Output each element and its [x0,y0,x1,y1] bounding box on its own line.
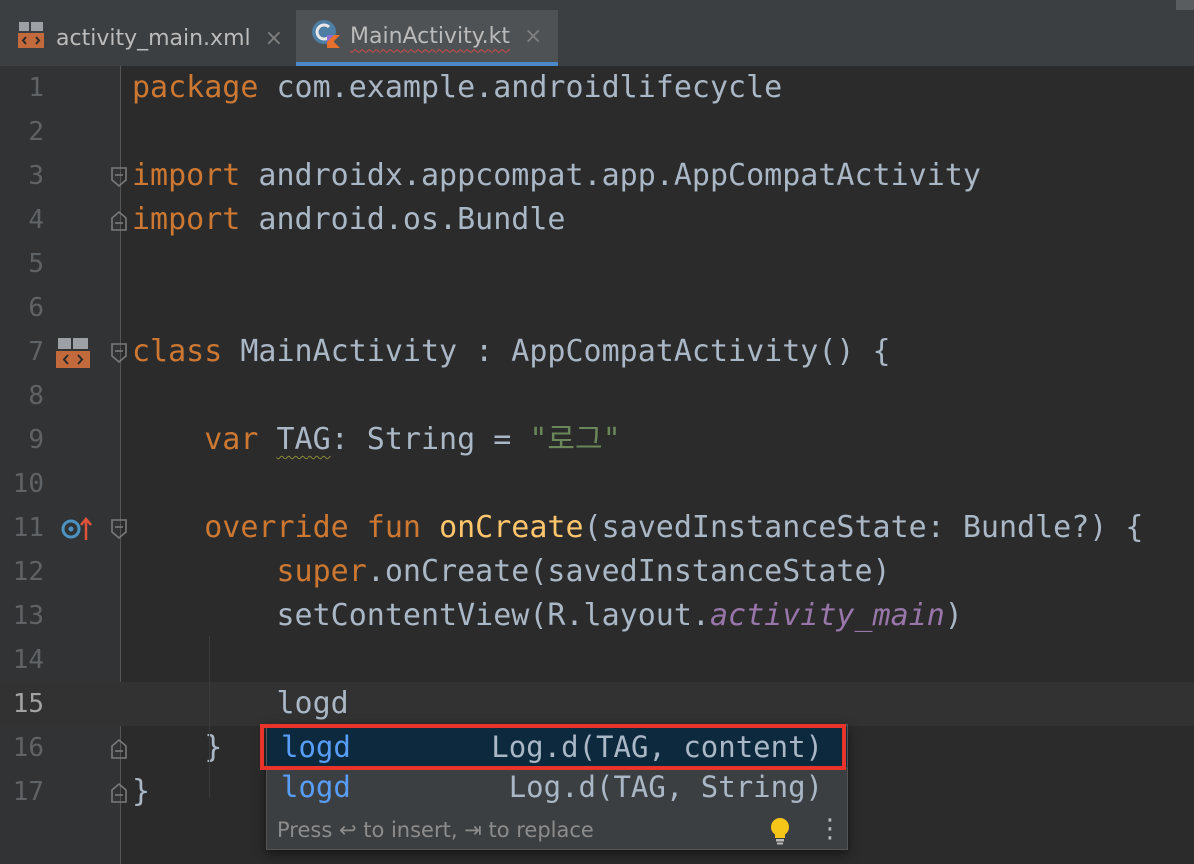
tab-label: MainActivity.kt [350,23,511,49]
code-token: .onCreate(savedInstanceState) [366,554,891,589]
indent-guide [209,636,210,798]
fold-end-icon[interactable] [110,210,128,232]
code-line[interactable]: 3 import androidx.appcompat.app.AppCompat… [0,154,1194,198]
lightbulb-icon[interactable] [767,817,793,855]
line-number: 4 [28,205,44,235]
completion-item[interactable]: logd Log.d(TAG, String) [267,767,847,807]
code-token: com.example.androidlifecycle [258,70,783,105]
line-number: 2 [28,117,44,147]
fold-start-icon[interactable] [110,342,128,364]
code-line[interactable]: 11 override fun onCreate(savedInstanceSt… [0,506,1194,550]
line-number: 17 [12,777,44,807]
code-token: package [132,70,259,105]
editor-tab-bar: activity_main.xml × MainActivity.kt × [0,0,1194,67]
completion-hint: Press ↩ to insert, ⇥ to replace [277,818,594,842]
code-token: override fun [204,510,421,545]
code-text: logd [132,682,349,726]
code-token: setContentView(R.layout. [132,598,710,633]
code-text: package com.example.androidlifecycle [132,66,782,110]
fold-end-icon[interactable] [110,738,128,760]
code-token: "로그" [529,422,621,457]
more-vertical-icon[interactable]: ⋮ [817,815,843,843]
code-line[interactable]: 1 package com.example.androidlifecycle [0,66,1194,110]
line-number: 5 [28,249,44,279]
code-line[interactable]: 10 [0,462,1194,506]
line-number: 12 [12,557,44,587]
code-token: : String = [330,422,530,457]
code-token: super [276,554,367,589]
line-number: 11 [12,513,44,543]
layout-file-gutter-icon[interactable] [54,336,92,374]
completion-item-name: logd [281,770,351,804]
code-text: override fun onCreate(savedInstanceState… [132,506,1143,550]
code-token: androidx.appcompat.app.AppCompatActivity [240,158,981,193]
code-text: } [132,770,150,814]
line-number: 3 [28,161,44,191]
line-number: 14 [12,645,44,675]
code-token: import [132,202,241,237]
code-token: import [132,158,241,193]
code-line[interactable]: 5 [0,242,1194,286]
code-token: TAG [276,422,331,457]
close-icon[interactable]: × [524,24,542,49]
code-token: android.os.Bundle [240,202,566,237]
line-number: 16 [12,733,44,763]
code-line[interactable]: 7 class MainActivity : AppCompatActivity(… [0,330,1194,374]
annotation-highlight-box [260,724,846,770]
code-token: onCreate [439,510,584,545]
code-token: activity_main [709,598,945,633]
code-token: (savedInstanceState: Bundle?) { [583,510,1144,545]
code-text: import androidx.appcompat.app.AppCompatA… [132,154,981,198]
code-line[interactable]: 2 [0,110,1194,154]
line-number: 6 [28,293,44,323]
override-method-gutter-icon[interactable] [60,514,94,548]
fold-start-icon[interactable] [110,518,128,540]
code-line[interactable]: 13 setContentView(R.layout.activity_main… [0,594,1194,638]
code-token: ) [944,598,963,633]
fold-end-icon[interactable] [110,782,128,804]
window-corner-handle [1176,0,1194,10]
line-number: 7 [28,337,44,367]
line-number: 8 [28,381,44,411]
code-text: var TAG: String = "로그" [132,418,621,462]
completion-footer: Press ↩ to insert, ⇥ to replace ⋮ [267,813,847,847]
close-icon[interactable]: × [265,26,283,51]
code-line[interactable]: 14 [0,638,1194,682]
line-number: 13 [12,601,44,631]
code-line[interactable]: 4 import android.os.Bundle [0,198,1194,242]
fold-start-icon[interactable] [110,166,128,188]
line-number: 15 [12,689,44,719]
line-number: 10 [12,469,44,499]
code-line[interactable]: 15 logd [0,682,1194,726]
line-number: 1 [28,73,44,103]
code-token: class [132,334,223,369]
tab-mainactivity-kt[interactable]: MainActivity.kt × [296,10,558,66]
code-line[interactable]: 9 var TAG: String = "로그" [0,418,1194,462]
code-token: } [132,774,151,809]
code-token: MainActivity : AppCompatActivity() { [222,334,891,369]
code-token: logd [132,686,349,721]
code-text: import android.os.Bundle [132,198,565,242]
code-line[interactable]: 6 [0,286,1194,330]
tab-label: activity_main.xml [56,25,251,51]
code-line[interactable]: 12 super.onCreate(savedInstanceState) [0,550,1194,594]
code-text: super.onCreate(savedInstanceState) [132,550,891,594]
code-text: class MainActivity : AppCompatActivity()… [132,330,891,374]
completion-item-description: Log.d(TAG, String) [508,770,823,804]
kotlin-class-file-icon [310,18,340,54]
code-text: setContentView(R.layout.activity_main) [132,594,963,638]
tab-activity-main-xml[interactable]: activity_main.xml × [0,10,295,66]
line-number: 9 [28,425,44,455]
code-token: var [204,422,259,457]
xml-layout-file-icon [16,20,46,56]
code-line[interactable]: 8 [0,374,1194,418]
